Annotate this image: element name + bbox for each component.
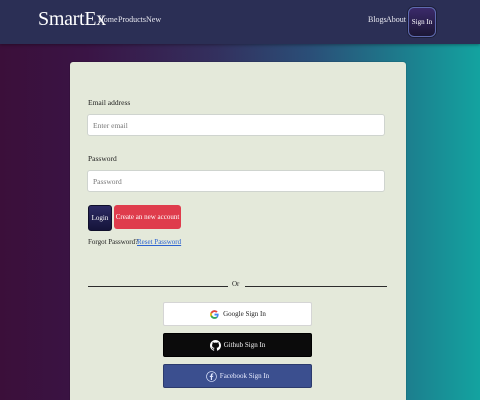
divider-line-left bbox=[88, 286, 228, 287]
reset-password-link[interactable]: Reset Password bbox=[137, 238, 181, 246]
google-signin-label: Google Sign In bbox=[223, 310, 266, 318]
nav-link-products[interactable]: Products bbox=[118, 15, 146, 24]
password-field[interactable] bbox=[87, 170, 385, 192]
nav-link-blogs[interactable]: Blogs bbox=[368, 15, 387, 24]
create-account-button[interactable]: Create an new account bbox=[114, 205, 181, 229]
brand-logo-link[interactable]: SmartEx bbox=[38, 8, 106, 31]
google-signin-button[interactable]: Google Sign In bbox=[163, 302, 312, 326]
login-button[interactable]: Login bbox=[88, 205, 112, 231]
divider-line-right bbox=[245, 286, 387, 287]
top-navbar: SmartEx Home Products New Blogs About Si… bbox=[0, 0, 480, 44]
email-field[interactable] bbox=[87, 114, 385, 136]
email-label: Email address bbox=[88, 98, 131, 107]
facebook-signin-label: Facebook Sign In bbox=[219, 372, 270, 380]
nav-link-new[interactable]: New bbox=[146, 15, 161, 24]
nav-link-about[interactable]: About bbox=[386, 15, 406, 24]
google-icon bbox=[209, 309, 220, 320]
password-label: Password bbox=[88, 154, 117, 163]
forgot-password-text: Forgot Password? bbox=[88, 238, 139, 246]
nav-link-home[interactable]: Home bbox=[98, 15, 118, 24]
login-card: Email address Password Login Create an n… bbox=[70, 62, 406, 400]
github-signin-label: Github Sign In bbox=[223, 341, 266, 349]
facebook-signin-button[interactable]: Facebook Sign In bbox=[163, 364, 312, 388]
github-icon bbox=[209, 339, 221, 351]
github-signin-button[interactable]: Github Sign In bbox=[163, 333, 312, 357]
divider-or-text: Or bbox=[232, 280, 240, 288]
facebook-icon bbox=[206, 370, 217, 382]
signin-button[interactable]: Sign In bbox=[408, 7, 436, 37]
